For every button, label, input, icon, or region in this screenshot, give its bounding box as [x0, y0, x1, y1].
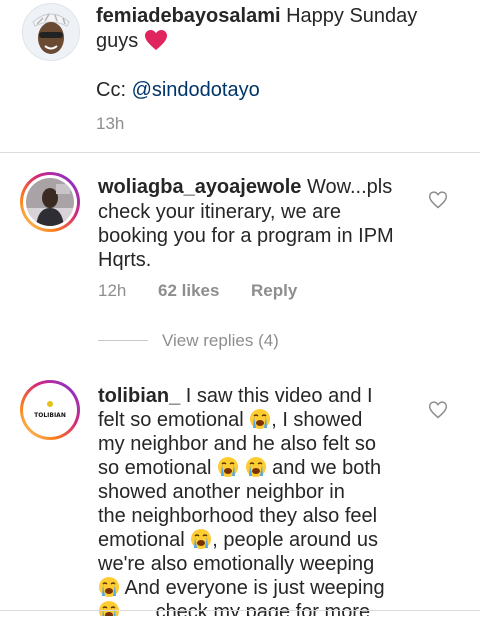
comment2-text-line4b: and we both — [272, 457, 382, 479]
comment2-text-line7a: emotional — [98, 529, 185, 551]
comment2-line7: emotional , people around us — [98, 528, 378, 552]
post-caption: femiadebayosalami Happy Sunday guys Cc: … — [0, 0, 480, 152]
caption-mention-link[interactable]: @sindodotayo — [132, 79, 260, 101]
comment2-text-line3: my neighbor and he also felt so — [98, 433, 376, 455]
crying-emoji-icon — [217, 456, 239, 478]
caption-avatar[interactable] — [22, 3, 80, 61]
comment2-text-line8: we're also emotionally weeping — [98, 553, 375, 575]
crying-emoji-icon — [245, 456, 267, 478]
comment2-text-line2a: felt so emotional — [98, 409, 244, 431]
comment2-text-line4a: so emotional — [98, 457, 212, 479]
caption-text: femiadebayosalami Happy Sunday — [96, 4, 456, 28]
avatar-ring-gap: TOLIBIAN — [23, 383, 77, 437]
caption-text-line2: guys — [96, 30, 139, 52]
comment2-text-line1: I saw this video and I — [185, 385, 373, 407]
crying-emoji-icon — [190, 528, 212, 550]
comment1-text-line1: Wow...pls — [306, 176, 393, 198]
svg-text:TOLIBIAN: TOLIBIAN — [34, 412, 66, 419]
heart-outline-icon[interactable] — [428, 190, 448, 210]
comment2-text-line6: the neighborhood they also feel — [98, 505, 378, 527]
comment1-likes-count[interactable]: 62 likes — [158, 281, 219, 301]
comment2-username[interactable]: tolibian_ — [98, 385, 180, 407]
comment2-text-line7b: , people around us — [212, 529, 378, 551]
view-replies-line — [98, 340, 148, 341]
comment1-reply-button[interactable]: Reply — [251, 281, 297, 301]
comment1-avatar-photo — [26, 178, 74, 226]
caption-username[interactable]: femiadebayosalami — [96, 5, 281, 27]
tolibian-logo-image: TOLIBIAN — [26, 386, 74, 434]
comment2-avatar-logo: TOLIBIAN — [26, 386, 74, 434]
comment2-line2: felt so emotional , I showed — [98, 408, 362, 432]
comment1-timestamp: 12h — [98, 281, 127, 300]
caption-text-line1: Happy Sunday — [286, 5, 418, 27]
comment2-line10-cut: check my page for more — [98, 600, 370, 616]
bottom-divider — [0, 610, 480, 611]
comment1-avatar-story-ring[interactable] — [20, 172, 80, 232]
view-replies-button[interactable]: View replies (4) — [162, 331, 279, 351]
comment1-text-line3: booking you for a program in IPM — [98, 225, 394, 247]
crying-emoji-icon — [98, 600, 120, 616]
red-heart-emoji-icon — [144, 29, 168, 51]
comment2-text-line5: showed another neighbor in — [98, 481, 345, 503]
cartoon-face-avatar-image — [23, 4, 79, 60]
comment1-likes-label: 62 likes — [158, 281, 220, 300]
person-photo-image — [26, 178, 74, 226]
caption-divider — [0, 152, 480, 153]
comment2-avatar-story-ring[interactable]: TOLIBIAN — [20, 380, 80, 440]
comment1-line1: woliagba_ayoajewole Wow...pls — [98, 175, 392, 199]
heart-outline-icon[interactable] — [428, 400, 448, 420]
comment2-text-line2b: , I showed — [271, 409, 363, 431]
caption-line2: guys — [96, 29, 168, 53]
avatar-ring-gap — [23, 175, 77, 229]
comment1-text-line4: Hqrts. — [98, 249, 152, 271]
crying-emoji-icon — [98, 576, 120, 598]
comment2-text-line10: check my page for more — [155, 601, 371, 616]
comment2-line1: tolibian_ I saw this video and I — [98, 384, 373, 408]
comment2-text-line9: And everyone is just weeping — [124, 577, 385, 599]
crying-emoji-icon — [249, 408, 271, 430]
comment1-username[interactable]: woliagba_ayoajewole — [98, 176, 301, 198]
caption-cc-line: Cc: @sindodotayo — [96, 78, 260, 102]
comment1-text-line2: check your itinerary, we are — [98, 201, 342, 223]
caption-cc-label: Cc: — [96, 79, 126, 101]
comment2-line4: so emotional and we both — [98, 456, 381, 480]
comment2-line9: And everyone is just weeping — [98, 576, 385, 600]
comment1-reply-label: Reply — [251, 281, 298, 300]
caption-timestamp: 13h — [96, 114, 125, 133]
